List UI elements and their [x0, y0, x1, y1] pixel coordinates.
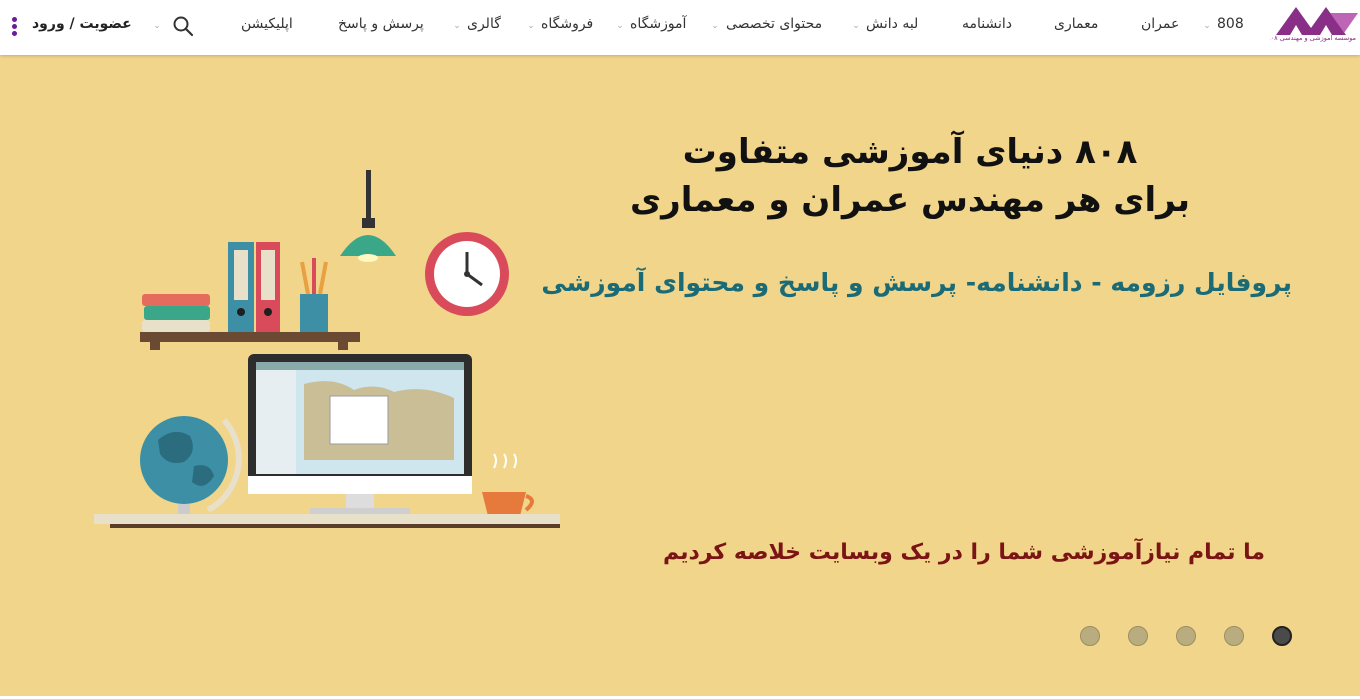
- nav-item-mohtava[interactable]: محتوای تخصصی: [726, 16, 822, 36]
- kebab-menu-icon[interactable]: [12, 17, 18, 37]
- hero-subline: پروفایل رزومه - دانشنامه- پرسش و پاسخ و …: [541, 268, 1292, 297]
- hero-tagline: ما تمام نیازآموزشی شما را در یک وبسایت خ…: [662, 540, 1265, 565]
- hero-headline: ۸۰۸ دنیای آموزشی متفاوت برای هر مهندس عم…: [600, 128, 1220, 224]
- chevron-down-icon: ⌄: [527, 21, 535, 31]
- hero-headline-line1: ۸۰۸ دنیای آموزشی متفاوت: [682, 132, 1138, 172]
- slider-dot-5-active[interactable]: [1272, 626, 1292, 646]
- slider-dot-3[interactable]: [1176, 626, 1196, 646]
- chevron-down-icon: ⌄: [1203, 21, 1211, 31]
- nav-item-forooshgah[interactable]: فروشگاه: [541, 16, 593, 36]
- top-navbar: موسسه آموزشی و مهندسی ۸۰۸ آموزشهای تخصصی…: [0, 0, 1360, 55]
- nav-item-application[interactable]: اپلیکیشن: [241, 16, 293, 36]
- brand-logo[interactable]: [1272, 3, 1358, 53]
- brand-logo-text: موسسه آموزشی و مهندسی ۸۰۸ آموزشهای تخصصی…: [1270, 35, 1356, 42]
- slider-dot-1[interactable]: [1080, 626, 1100, 646]
- nav-item-labe-danesh[interactable]: لبه دانش: [866, 16, 918, 36]
- nav-item-gallery[interactable]: گالری: [467, 16, 501, 36]
- chevron-down-icon: ⌄: [852, 21, 860, 31]
- nav-item-omran[interactable]: عمران: [1141, 16, 1179, 36]
- nav-item-memari[interactable]: معماری: [1054, 16, 1098, 36]
- nav-item-808[interactable]: 808: [1217, 16, 1244, 36]
- desk-illustration: [94, 170, 560, 528]
- nav-item-porsesh-pasokh[interactable]: پرسش و پاسخ: [338, 16, 424, 36]
- slider-dot-2[interactable]: [1128, 626, 1148, 646]
- nav-item-daneshname[interactable]: دانشنامه: [962, 16, 1012, 36]
- chevron-down-icon: ⌄: [153, 21, 161, 31]
- nav-item-amoozeshgah[interactable]: آموزشگاه: [630, 16, 686, 36]
- hero-headline-line2: برای هر مهندس عمران و معماری: [629, 180, 1191, 220]
- login-register-link[interactable]: عضویت / ورود: [32, 16, 132, 32]
- slider-dot-4[interactable]: [1224, 626, 1244, 646]
- chevron-down-icon: ⌄: [711, 21, 719, 31]
- chevron-down-icon: ⌄: [616, 21, 624, 31]
- chevron-down-icon: ⌄: [453, 21, 461, 31]
- search-icon[interactable]: [172, 15, 194, 37]
